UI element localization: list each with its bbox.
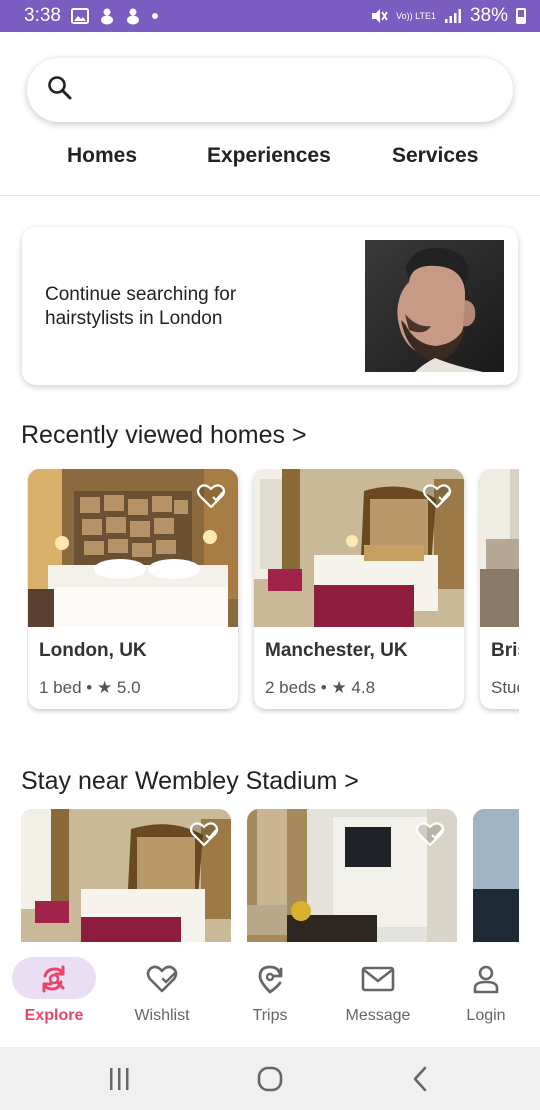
trips-icon — [252, 962, 288, 996]
home-card-manchester[interactable]: Manchester, UK 2 beds • ★ 4.8 — [254, 469, 464, 709]
home-card-title: London, UK — [39, 640, 147, 661]
recently-viewed-title[interactable]: Recently viewed homes > — [21, 421, 307, 450]
wishlist-heart-icon[interactable] — [422, 483, 452, 509]
gallery-icon — [70, 8, 89, 24]
home-card-london[interactable]: London, UK 1 bed • ★ 5.0 — [28, 469, 238, 709]
explore-feed: Continue searching for hairstylists in L… — [0, 197, 540, 942]
mute-icon — [370, 8, 388, 24]
hotel-office-photo — [473, 809, 519, 942]
nav-label: Trips — [252, 1007, 288, 1024]
recently-viewed-carousel[interactable]: London, UK 1 bed • ★ 5.0 Manchester, UK … — [27, 469, 519, 714]
wembley-section-title[interactable]: Stay near Wembley Stadium > — [21, 767, 359, 796]
notification-app-icon — [99, 7, 115, 25]
explore-icon — [36, 962, 72, 996]
app-screen: 3:38 Vo)) LTE1 38% Homes Experiences Ser… — [0, 0, 540, 1110]
tab-experiences[interactable]: Experiences — [207, 144, 331, 168]
more-notifications-dot-icon — [151, 12, 159, 20]
envelope-icon — [360, 962, 396, 996]
home-card-title: Bris — [491, 640, 519, 661]
nav-trips[interactable]: Trips — [216, 942, 324, 1047]
home-card-title: Manchester, UK — [265, 640, 408, 661]
nav-label: Login — [466, 1007, 506, 1024]
wembley-carousel[interactable] — [21, 809, 519, 942]
network-type-label: Vo)) LTE1 — [396, 10, 436, 21]
search-input[interactable] — [85, 79, 485, 101]
signal-icon — [444, 8, 462, 24]
home-icon[interactable] — [255, 1065, 285, 1093]
status-bar: 3:38 Vo)) LTE1 38% — [0, 0, 540, 32]
nav-explore[interactable]: Explore — [0, 942, 108, 1047]
wishlist-heart-icon[interactable] — [189, 821, 219, 847]
nav-login[interactable]: Login — [432, 942, 540, 1047]
header: Homes Experiences Services — [0, 32, 540, 196]
search-bar[interactable] — [27, 58, 513, 122]
nav-label: Explore — [24, 1007, 84, 1024]
search-icon — [47, 75, 73, 106]
tab-services[interactable]: Services — [392, 144, 478, 168]
home-card-partial[interactable]: Bris Stuc — [480, 469, 519, 709]
battery-icon — [516, 8, 526, 24]
person-icon — [468, 962, 504, 996]
nav-label: Message — [345, 1007, 411, 1024]
continue-searching-text: Continue searching for hairstylists in L… — [45, 284, 237, 329]
status-left: 3:38 — [24, 5, 159, 27]
nav-label: Wishlist — [134, 1007, 190, 1024]
status-right: Vo)) LTE1 38% — [370, 5, 526, 27]
man-portrait-photo — [365, 240, 504, 372]
status-time: 3:38 — [24, 5, 61, 26]
hotel-room-photo — [480, 469, 519, 627]
wembley-card-1[interactable] — [21, 809, 231, 942]
wembley-card-2[interactable] — [247, 809, 457, 942]
continue-searching-card[interactable]: Continue searching for hairstylists in L… — [22, 227, 518, 385]
battery-percent: 38% — [469, 5, 508, 26]
nav-wishlist[interactable]: Wishlist — [108, 942, 216, 1047]
home-card-subtitle: 2 beds • ★ 4.8 — [265, 678, 376, 697]
wishlist-heart-icon[interactable] — [196, 483, 226, 509]
notification-app-icon-2 — [125, 7, 141, 25]
home-card-subtitle: 1 bed • ★ 5.0 — [39, 678, 141, 697]
heart-check-icon — [144, 962, 180, 996]
wishlist-heart-icon[interactable] — [415, 821, 445, 847]
home-card-subtitle: Stuc — [491, 678, 519, 697]
tab-homes[interactable]: Homes — [67, 144, 137, 168]
wembley-card-3[interactable] — [473, 809, 519, 942]
system-navigation-bar — [0, 1047, 540, 1110]
nav-message[interactable]: Message — [324, 942, 432, 1047]
recents-icon[interactable] — [104, 1065, 134, 1093]
bottom-navigation: Explore Wishlist Trips Message Login — [0, 942, 540, 1047]
back-icon[interactable] — [405, 1065, 435, 1093]
